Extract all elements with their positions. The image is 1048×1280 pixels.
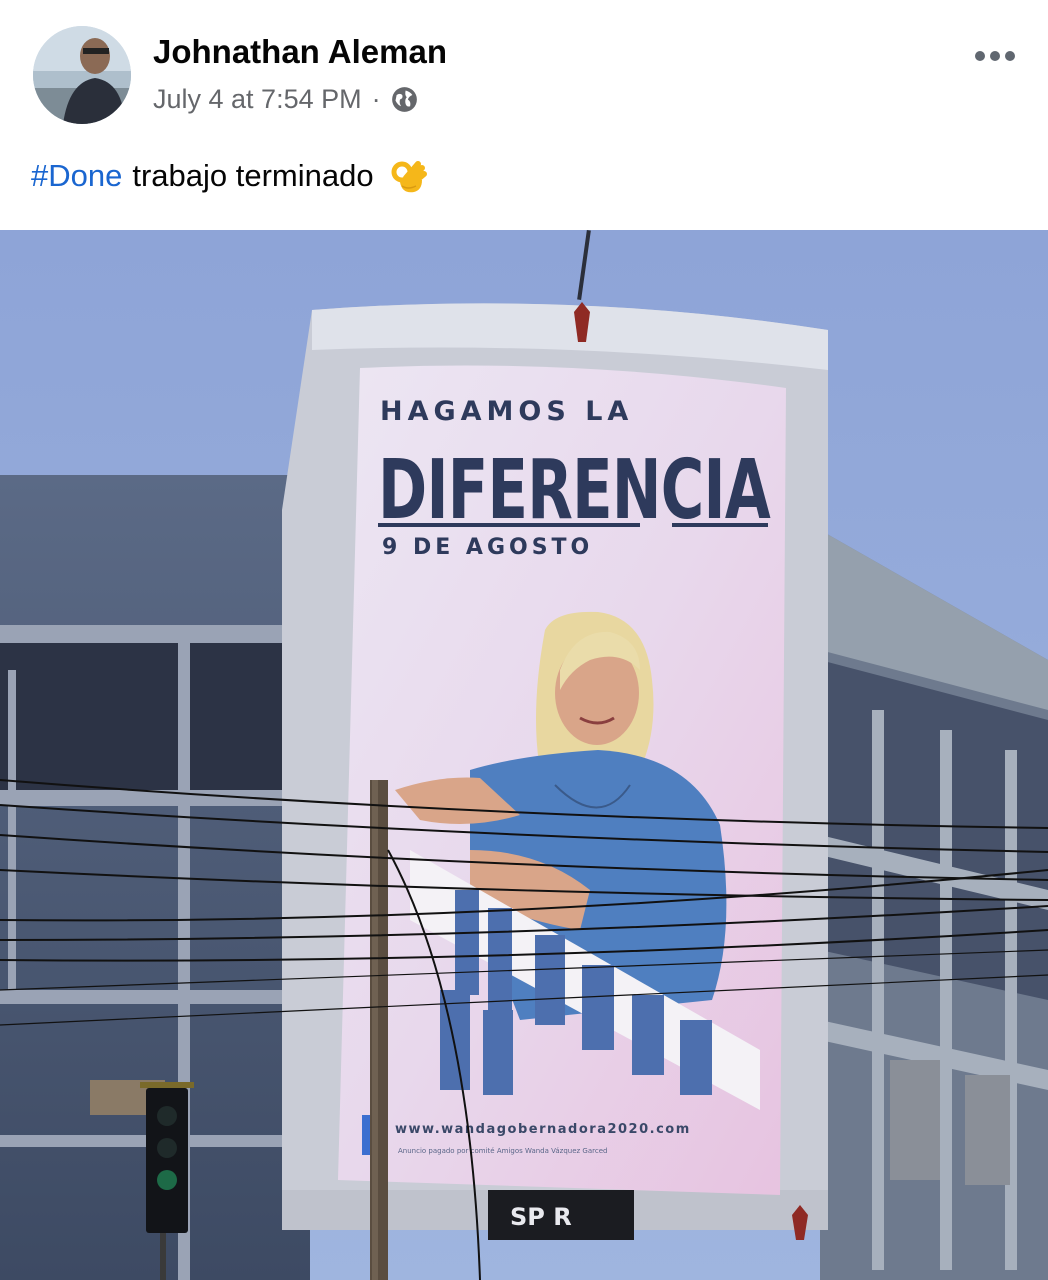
ok-hand-emoji-icon <box>388 156 428 196</box>
more-dots-icon <box>990 51 1000 61</box>
more-dots-icon <box>1005 51 1015 61</box>
more-dots-icon <box>975 51 985 61</box>
more-options-button[interactable] <box>975 44 1023 68</box>
post-header: Johnathan Aleman July 4 at 7:54 PM · #Do… <box>0 0 1048 230</box>
billboard-disclaimer: Anuncio pagado por comité Amigos Wanda V… <box>398 1147 607 1155</box>
billboard-url: www.wandagobernadora2020.com <box>395 1122 691 1137</box>
billboard-date: 9 DE AGOSTO <box>382 535 593 560</box>
store-sign: SP R <box>510 1203 572 1231</box>
post-caption: #Done trabajo terminado <box>31 156 428 196</box>
post-timestamp[interactable]: July 4 at 7:54 PM <box>153 84 362 115</box>
billboard-photo: HAGAMOS LA DIFERENCIA 9 DE AGOSTO www.wa… <box>0 230 1048 1280</box>
post-photo[interactable]: HAGAMOS LA DIFERENCIA 9 DE AGOSTO www.wa… <box>0 230 1048 1280</box>
avatar-photo <box>33 26 131 124</box>
billboard-line1: HAGAMOS LA <box>380 396 633 427</box>
post-meta: July 4 at 7:54 PM · <box>153 84 418 115</box>
author-name[interactable]: Johnathan Aleman <box>153 33 447 71</box>
author-avatar[interactable] <box>33 26 131 124</box>
globe-icon[interactable] <box>391 86 418 113</box>
meta-separator: · <box>371 84 381 114</box>
hashtag-link[interactable]: #Done <box>31 158 122 194</box>
caption-text: trabajo terminado <box>132 158 374 193</box>
